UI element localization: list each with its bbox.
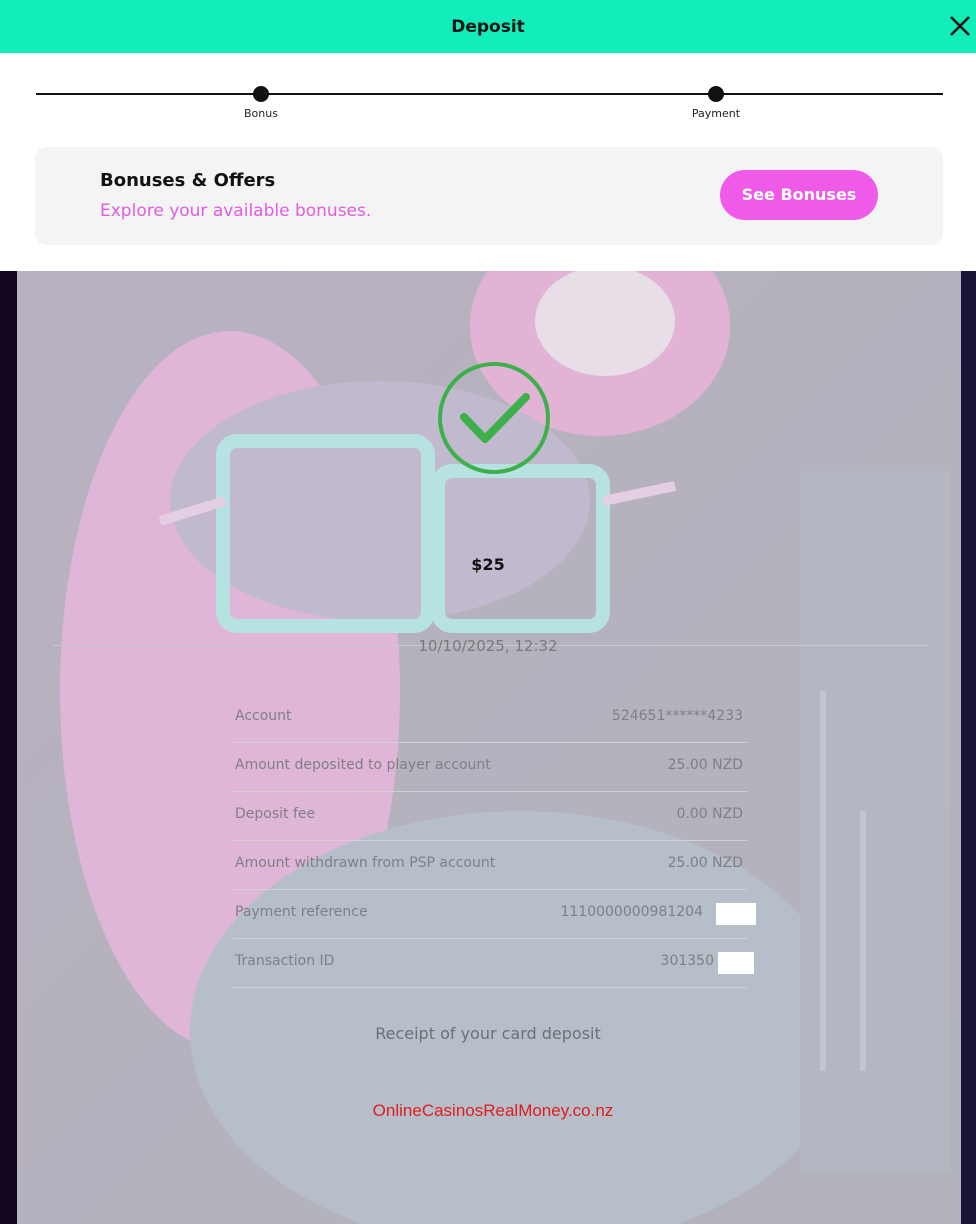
- bonuses-offers-card: Bonuses & Offers Explore your available …: [35, 147, 943, 245]
- detail-label: Transaction ID: [235, 953, 335, 969]
- step-dot-payment: [708, 86, 724, 102]
- detail-value: 1110000000981204: [560, 904, 703, 920]
- detail-label: Amount withdrawn from PSP account: [235, 855, 496, 871]
- modal-header: Deposit: [0, 0, 976, 53]
- detail-row-account: Account 524651******4233: [233, 694, 747, 743]
- detail-label: Account: [235, 708, 292, 724]
- redaction-box: [716, 903, 756, 925]
- deposit-datetime: 10/10/2025, 12:32: [418, 637, 558, 655]
- detail-value: 25.00 NZD: [667, 855, 743, 871]
- detail-value: 25.00 NZD: [667, 757, 743, 773]
- deposit-amount: $25: [471, 555, 505, 574]
- redaction-box: [718, 952, 754, 974]
- detail-label: Amount deposited to player account: [235, 757, 491, 773]
- offers-title: Bonuses & Offers: [100, 170, 276, 191]
- detail-value: 524651******4233: [611, 708, 743, 724]
- step-label-bonus: Bonus: [244, 107, 278, 120]
- see-bonuses-button[interactable]: See Bonuses: [720, 170, 878, 220]
- offers-subtitle: Explore your available bonuses.: [100, 201, 372, 221]
- receipt-caption: Receipt of your card deposit: [375, 1024, 601, 1043]
- detail-value: 0.00 NZD: [676, 806, 743, 822]
- detail-value: 301350: [660, 953, 714, 969]
- watermark-text: OnlineCasinosRealMoney.co.nz: [372, 1101, 614, 1120]
- step-label-payment: Payment: [691, 107, 741, 120]
- step-dot-bonus: [253, 86, 269, 102]
- close-icon[interactable]: [946, 12, 974, 40]
- detail-row-transaction-id: Transaction ID 301350: [233, 939, 754, 988]
- detail-row-amount-deposited: Amount deposited to player account 25.00…: [233, 743, 747, 792]
- detail-row-deposit-fee: Deposit fee 0.00 NZD: [233, 792, 747, 841]
- receipt-details: Account 524651******4233 Amount deposite…: [233, 694, 756, 988]
- detail-row-payment-reference: Payment reference 1110000000981204: [233, 890, 756, 939]
- check-circle-icon: [438, 362, 550, 474]
- receipt-panel: $25 10/10/2025, 12:32 Account 524651****…: [0, 271, 976, 1224]
- detail-label: Deposit fee: [235, 806, 316, 822]
- modal-title: Deposit: [451, 17, 525, 37]
- deposit-stepper: Bonus Payment: [0, 53, 976, 143]
- detail-label: Payment reference: [235, 904, 368, 920]
- detail-row-amount-withdrawn: Amount withdrawn from PSP account 25.00 …: [233, 841, 747, 890]
- stepper-track: [36, 93, 943, 95]
